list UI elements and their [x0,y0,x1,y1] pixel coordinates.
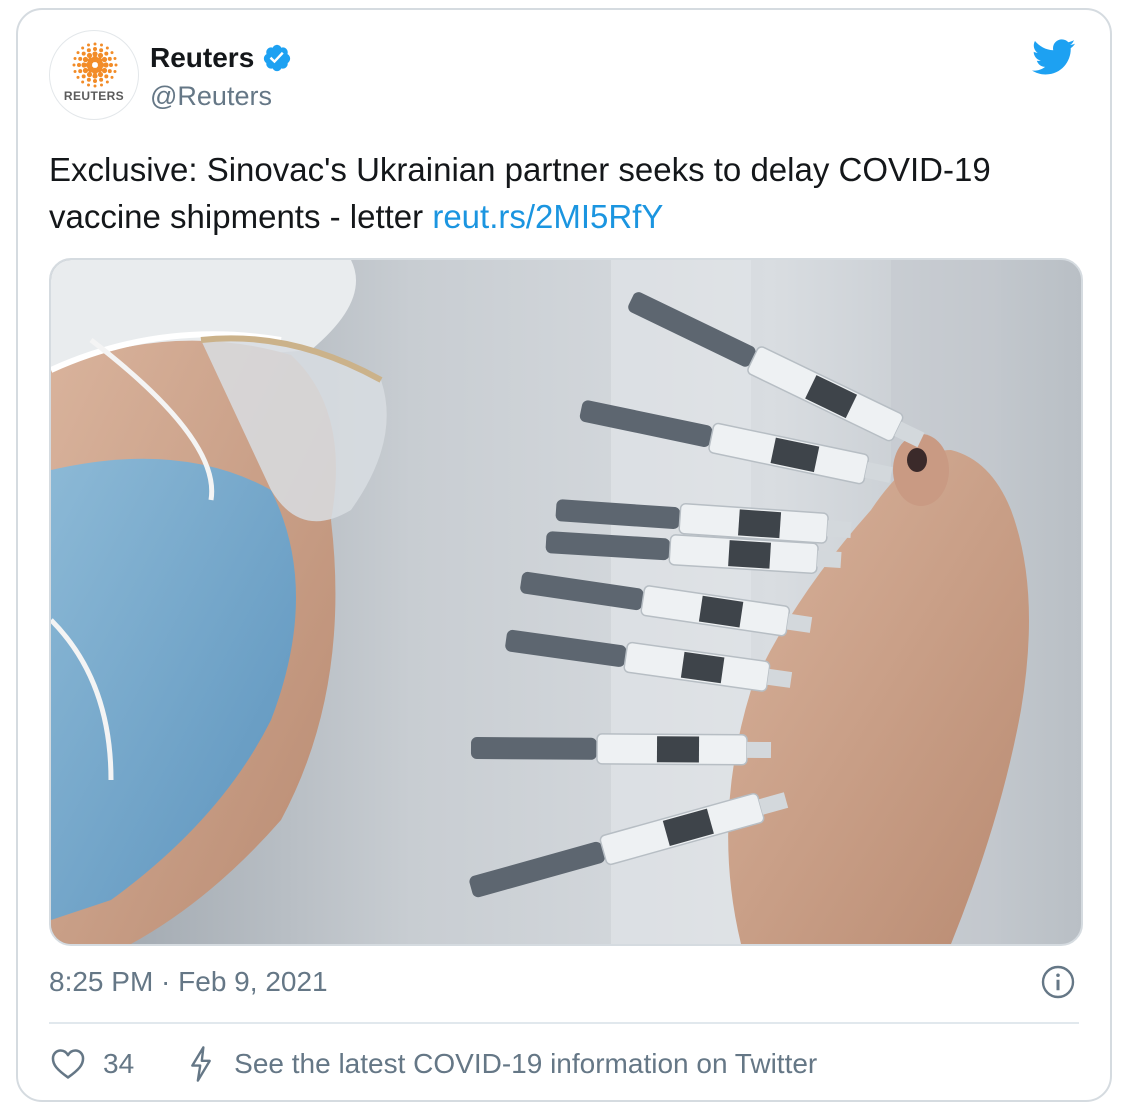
tweet-image[interactable] [49,258,1083,946]
tweet-actions: 34 See the latest COVID-19 information o… [49,1040,817,1088]
tweet-timestamp[interactable]: 8:25 PM · Feb 9, 2021 [49,965,328,999]
tweet-text: Exclusive: Sinovac's Ukrainian partner s… [49,146,1089,240]
tweet-link[interactable]: reut.rs/2MI5RfY [432,198,663,235]
avatar[interactable]: REUTERS [49,30,139,120]
avatar-label: REUTERS [63,89,125,103]
verified-badge-icon [264,44,291,72]
covid-info-text: See the latest COVID-19 information on T… [234,1048,818,1079]
tweet-card: REUTERS Reuters @Reuters Exclusive: Sino… [16,8,1112,1102]
like-button[interactable]: 34 [49,1045,134,1083]
heart-icon [51,1049,85,1079]
twitter-bird-icon[interactable] [1030,38,1076,76]
account-handle[interactable]: @Reuters [150,80,272,112]
vaccine-photo [51,260,1081,944]
reuters-logo-icon [72,42,118,88]
display-name[interactable]: Reuters [150,41,254,75]
covid-info-link[interactable]: See the latest COVID-19 information on T… [186,1045,817,1083]
divider [49,1022,1079,1024]
account-name-row[interactable]: Reuters [150,40,292,76]
lightning-bolt-icon [191,1046,212,1082]
info-icon[interactable] [1040,964,1076,1000]
like-count: 34 [103,1048,135,1079]
